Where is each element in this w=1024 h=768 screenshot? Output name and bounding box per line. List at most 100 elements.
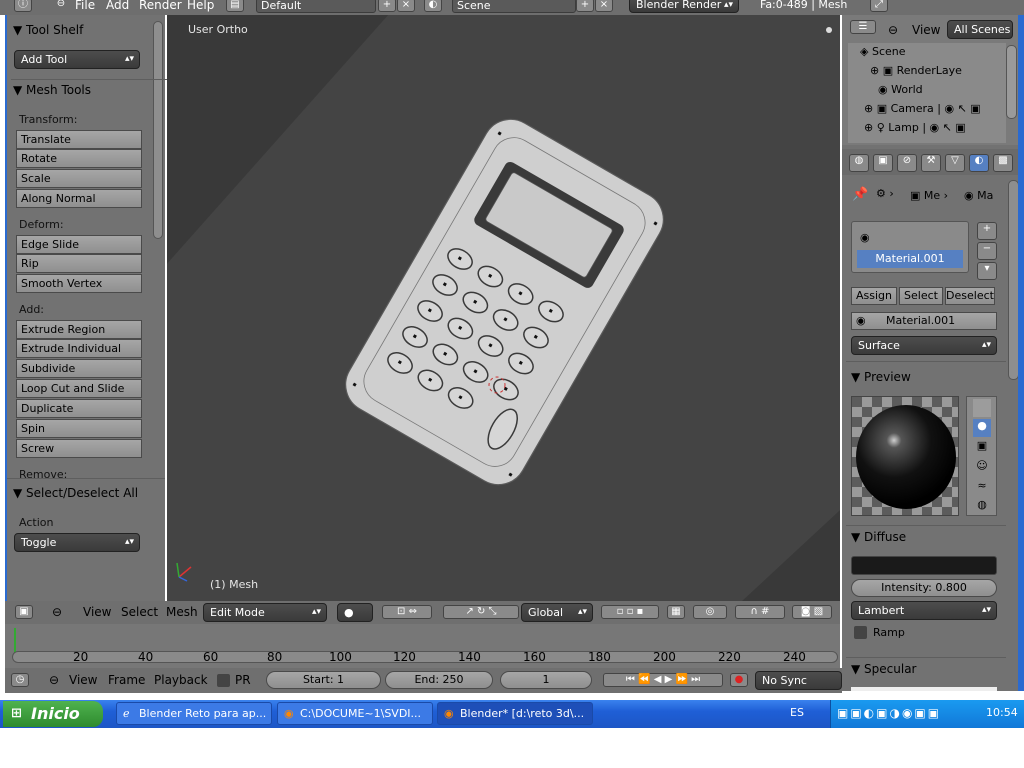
add-tool-dropdown[interactable]: Add Tool ▴▾ bbox=[14, 50, 140, 69]
outliner-item-camera[interactable]: ⊕ ▣ Camera | ◉ ↖ ▣ bbox=[864, 102, 981, 115]
menu-file[interactable]: File bbox=[75, 0, 95, 12]
proportional-icon[interactable]: ◎ bbox=[693, 605, 727, 619]
task-ie-window[interactable]: ℯ Blender Reto para ap... bbox=[116, 702, 272, 725]
diffuse-header[interactable]: ▼ Diffuse bbox=[851, 530, 906, 544]
preview-hair-icon[interactable]: ≈ bbox=[973, 479, 991, 497]
outliner-filter-dropdown[interactable]: All Scenes bbox=[947, 20, 1013, 39]
toolshelf-scrollbar[interactable] bbox=[153, 21, 163, 239]
outliner-editor-icon[interactable]: ☰ bbox=[850, 20, 876, 34]
rotate-button[interactable]: Rotate bbox=[16, 149, 142, 168]
material-slot-item[interactable]: Material.001 bbox=[857, 250, 963, 268]
remove-scene-icon[interactable]: × bbox=[595, 0, 613, 12]
pr-checkbox[interactable] bbox=[217, 674, 230, 687]
screen-layout-icon[interactable]: ▤ bbox=[226, 0, 244, 12]
outliner-item-world[interactable]: ◉ World bbox=[878, 83, 923, 96]
outliner-item-scene[interactable]: ◈ Scene bbox=[860, 45, 906, 58]
timeline-scrollbar[interactable] bbox=[12, 651, 838, 663]
deselect-button[interactable]: Deselect bbox=[945, 287, 995, 305]
breadcrumb-mesh[interactable]: ▣ Me › bbox=[910, 189, 948, 202]
material-browse-icon[interactable]: ◉ bbox=[856, 314, 866, 327]
mesh-tools-header[interactable]: ▼ Mesh Tools bbox=[13, 83, 91, 97]
end-frame-field[interactable]: End: 250 bbox=[385, 671, 493, 689]
translate-button[interactable]: Translate bbox=[16, 130, 142, 149]
collapse-icon[interactable]: ⊖ bbox=[52, 605, 62, 619]
menu-help[interactable]: Help bbox=[187, 0, 214, 12]
tab-material-icon[interactable]: ◐ bbox=[969, 154, 989, 172]
add-scene-icon[interactable]: + bbox=[576, 0, 594, 12]
select-mode-icons[interactable]: ▫ ▫ ▪ bbox=[601, 605, 659, 619]
timeline-area[interactable]: 20 40 60 80 100 120 140 160 180 200 220 … bbox=[5, 624, 840, 668]
specular-color-swatch[interactable] bbox=[851, 687, 997, 691]
language-indicator[interactable]: ES bbox=[790, 706, 804, 719]
pin-icon[interactable]: 📌 bbox=[852, 187, 868, 202]
surface-dropdown[interactable]: Surface ▴▾ bbox=[851, 336, 997, 355]
intensity-slider[interactable]: Intensity: 0.800 bbox=[851, 579, 997, 597]
record-icon[interactable]: ● bbox=[730, 673, 748, 687]
sync-dropdown[interactable]: No Sync bbox=[755, 671, 842, 690]
timeline-menu-view[interactable]: View bbox=[69, 673, 97, 687]
task-folder-window[interactable]: ◉ C:\DOCUME~1\SVDI... bbox=[277, 702, 433, 725]
remove-layout-icon[interactable]: × bbox=[397, 0, 415, 12]
add-layout-icon[interactable]: + bbox=[378, 0, 396, 12]
preview-plane-icon[interactable] bbox=[973, 399, 991, 417]
3d-viewport[interactable]: User Ortho (1) Mesh bbox=[167, 15, 840, 601]
menu-render[interactable]: Render bbox=[139, 0, 182, 12]
manipulator-icons[interactable]: ↗ ↻ ⤡ bbox=[443, 605, 519, 619]
outliner-view-menu[interactable]: View bbox=[912, 23, 940, 37]
menu-add[interactable]: Add bbox=[106, 0, 129, 12]
tab-modifiers-icon[interactable]: ⚒ bbox=[921, 154, 941, 172]
along-normal-button[interactable]: Along Normal bbox=[16, 189, 142, 208]
duplicate-button[interactable]: Duplicate bbox=[16, 399, 142, 418]
start-button[interactable]: ⊞ Inicio bbox=[3, 701, 103, 727]
select-button[interactable]: Select bbox=[899, 287, 943, 305]
timeline-menu-frame[interactable]: Frame bbox=[108, 673, 145, 687]
info-editor-icon[interactable]: ⓘ bbox=[14, 0, 32, 12]
menu-view[interactable]: View bbox=[83, 605, 111, 619]
orientation-dropdown[interactable]: Global ▴▾ bbox=[521, 603, 593, 622]
occlude-icon[interactable]: ▦ bbox=[667, 605, 685, 619]
rip-button[interactable]: Rip bbox=[16, 254, 142, 273]
preview-world-icon[interactable]: ◍ bbox=[973, 498, 991, 516]
specular-header[interactable]: ▼ Specular bbox=[851, 662, 917, 676]
loop-cut-button[interactable]: Loop Cut and Slide bbox=[16, 379, 142, 398]
diffuse-shader-dropdown[interactable]: Lambert ▴▾ bbox=[851, 601, 997, 620]
scene-icon[interactable]: ◐ bbox=[424, 0, 442, 12]
slot-menu-icon[interactable]: ▾ bbox=[977, 262, 997, 280]
spin-button[interactable]: Spin bbox=[16, 419, 142, 438]
preview-sphere-icon[interactable]: ● bbox=[973, 419, 991, 437]
smooth-vertex-button[interactable]: Smooth Vertex bbox=[16, 274, 142, 293]
fullscreen-icon[interactable]: ⤢ bbox=[870, 0, 888, 12]
render-engine-dropdown[interactable]: Blender Render ▴▾ bbox=[629, 0, 739, 13]
collapse-icon[interactable]: ⊖ bbox=[888, 23, 898, 37]
menu-mesh[interactable]: Mesh bbox=[166, 605, 198, 619]
collapse-icon[interactable]: ⊖ bbox=[49, 673, 59, 687]
ramp-checkbox[interactable] bbox=[854, 626, 867, 639]
tab-data-icon[interactable]: ▽ bbox=[945, 154, 965, 172]
task-blender-window[interactable]: ◉ Blender* [d:\reto 3d\... bbox=[437, 702, 593, 725]
snap-icons[interactable]: ∩ # bbox=[735, 605, 785, 619]
preview-header[interactable]: ▼ Preview bbox=[851, 370, 911, 384]
shading-dropdown[interactable]: ● bbox=[337, 603, 373, 622]
tab-texture-icon[interactable]: ▩ bbox=[993, 154, 1013, 172]
assign-button[interactable]: Assign bbox=[851, 287, 897, 305]
layout-field[interactable]: Default bbox=[256, 0, 376, 13]
scene-field[interactable]: Scene bbox=[452, 0, 576, 13]
action-dropdown[interactable]: Toggle ▴▾ bbox=[14, 533, 140, 552]
preview-cube-icon[interactable]: ▣ bbox=[973, 439, 991, 457]
collapse-menu-icon[interactable]: ⊖ bbox=[52, 0, 70, 12]
pivot-icon[interactable]: ⊡ ⇔ bbox=[382, 605, 432, 619]
tool-shelf-header[interactable]: ▼ Tool Shelf bbox=[13, 23, 83, 37]
outliner-item-lamp[interactable]: ⊕ ♀ Lamp | ◉ ↖ ▣ bbox=[864, 121, 966, 134]
tray-icons[interactable]: ▣▣◐▣◑◉▣▣ bbox=[837, 706, 941, 720]
remove-slot-icon[interactable]: − bbox=[977, 242, 997, 260]
diffuse-color-swatch[interactable] bbox=[851, 556, 997, 575]
menu-select[interactable]: Select bbox=[121, 605, 158, 619]
subdivide-button[interactable]: Subdivide bbox=[16, 359, 142, 378]
playback-controls-icon[interactable]: ⏮ ⏪ ◀ ▶ ⏩ ⏭ bbox=[603, 673, 723, 687]
timeline-editor-icon[interactable]: ◷ bbox=[11, 673, 29, 687]
extrude-region-button[interactable]: Extrude Region bbox=[16, 320, 142, 339]
material-name-field[interactable]: Material.001 bbox=[851, 312, 997, 330]
outliner-scrollbar[interactable] bbox=[1006, 45, 1017, 119]
extrude-individual-button[interactable]: Extrude Individual bbox=[16, 339, 142, 358]
start-frame-field[interactable]: Start: 1 bbox=[266, 671, 381, 689]
